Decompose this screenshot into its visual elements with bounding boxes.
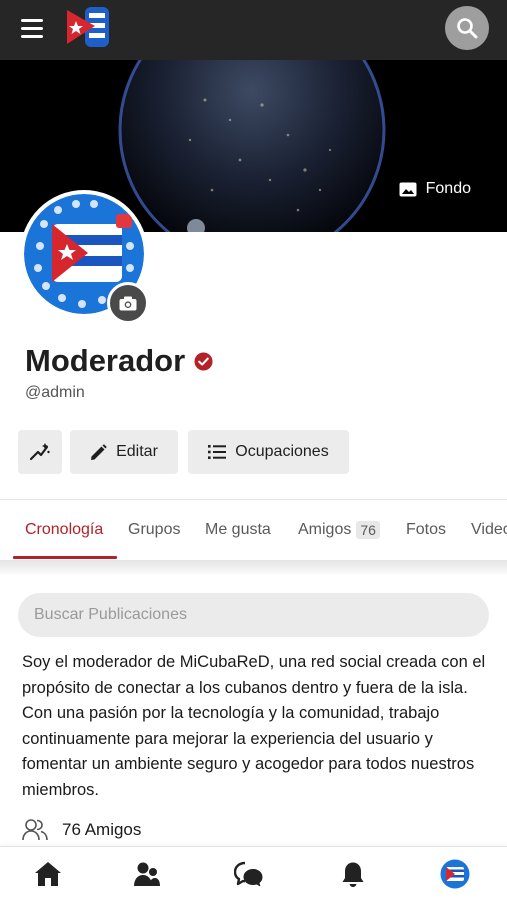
micubared-logo[interactable] bbox=[65, 4, 111, 50]
image-icon bbox=[399, 182, 417, 196]
magic-button[interactable] bbox=[18, 430, 62, 474]
friends-count-label: 76 Amigos bbox=[62, 820, 142, 839]
background-button[interactable]: Fondo bbox=[399, 180, 471, 198]
bell-icon bbox=[342, 862, 364, 887]
users-icon bbox=[22, 819, 48, 841]
profile-name: Moderador bbox=[25, 343, 186, 378]
profile-bio: Soy el moderador de MiCubaReD, una red s… bbox=[22, 653, 486, 799]
tab-label: Videos bbox=[471, 521, 507, 538]
tab-label: Amigos bbox=[298, 521, 352, 538]
nav-home[interactable] bbox=[33, 859, 63, 889]
friends-count-row[interactable]: 76 Amigos bbox=[22, 818, 141, 842]
users-icon bbox=[134, 862, 160, 886]
profile-tabs: Cronología Grupos Me gusta Amigos 76 Fot… bbox=[0, 500, 507, 560]
tabs-shadow bbox=[0, 560, 507, 574]
occupations-button[interactable]: Ocupaciones bbox=[188, 430, 349, 474]
occupations-label: Ocupaciones bbox=[235, 443, 329, 460]
tab-fotos[interactable]: Fotos bbox=[406, 500, 446, 560]
search-posts-input[interactable] bbox=[18, 593, 489, 637]
edit-profile-button[interactable]: Editar bbox=[70, 430, 178, 474]
tab-cronologia[interactable]: Cronología bbox=[25, 500, 103, 560]
chat-icon bbox=[234, 861, 263, 887]
nav-friends[interactable] bbox=[132, 859, 162, 889]
tab-videos[interactable]: Videos bbox=[471, 500, 507, 560]
nav-messages[interactable] bbox=[234, 859, 264, 889]
hamburger-icon[interactable] bbox=[12, 12, 52, 44]
verified-icon bbox=[194, 351, 213, 371]
magic-wand-icon bbox=[29, 443, 50, 461]
tab-me-gusta[interactable]: Me gusta bbox=[205, 500, 271, 560]
top-bar bbox=[0, 0, 507, 60]
tab-label: Grupos bbox=[128, 521, 181, 538]
profile-avatar bbox=[440, 859, 470, 889]
nav-profile[interactable] bbox=[440, 859, 470, 889]
home-icon bbox=[35, 862, 61, 886]
active-tab-indicator bbox=[13, 556, 117, 559]
change-avatar-button[interactable] bbox=[107, 282, 149, 324]
tab-label: Cronología bbox=[25, 521, 104, 538]
tab-label: Fotos bbox=[406, 521, 447, 538]
list-icon bbox=[208, 445, 227, 459]
search-icon bbox=[457, 18, 478, 39]
profile-name-row: Moderador bbox=[25, 343, 213, 379]
tab-label: Me gusta bbox=[205, 521, 271, 538]
nav-notifications[interactable] bbox=[338, 859, 368, 889]
friends-count-badge: 76 bbox=[356, 521, 380, 539]
pencil-icon bbox=[91, 443, 107, 460]
tab-amigos[interactable]: Amigos 76 bbox=[298, 500, 380, 560]
edit-profile-label: Editar bbox=[116, 443, 158, 460]
search-button[interactable] bbox=[445, 6, 489, 50]
camera-icon bbox=[119, 296, 137, 310]
tab-grupos[interactable]: Grupos bbox=[128, 500, 180, 560]
bottom-navigation bbox=[0, 846, 507, 900]
profile-handle: @admin bbox=[25, 384, 85, 401]
background-button-label: Fondo bbox=[425, 180, 471, 197]
